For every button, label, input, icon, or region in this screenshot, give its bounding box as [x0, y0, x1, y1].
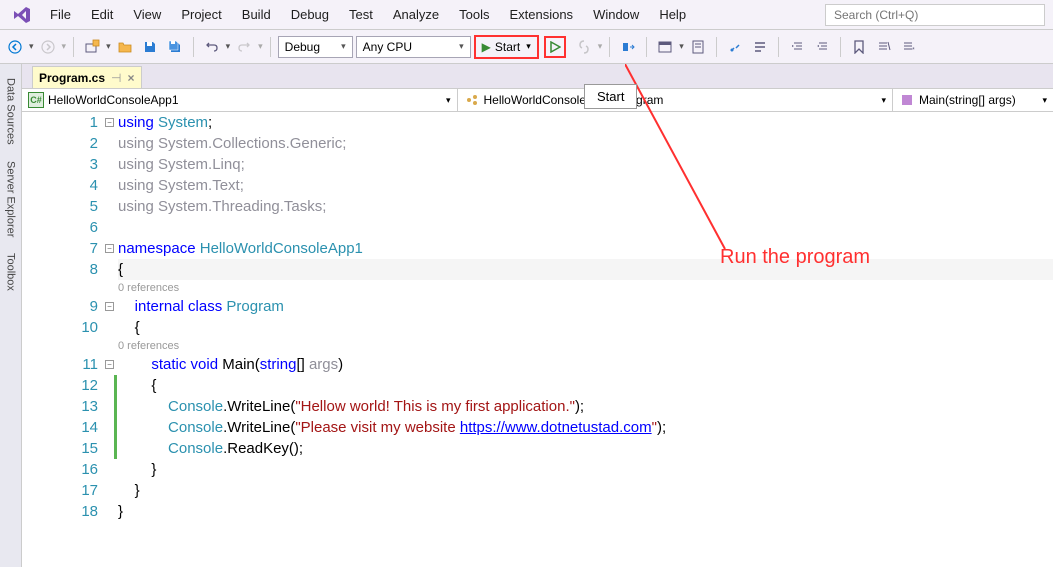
- vs-logo-icon: [10, 3, 34, 27]
- side-tab-server-explorer[interactable]: Server Explorer: [3, 153, 19, 245]
- new-project-button[interactable]: [81, 36, 103, 58]
- open-file-button[interactable]: [114, 36, 136, 58]
- step-button[interactable]: [617, 36, 639, 58]
- menu-debug[interactable]: Debug: [281, 3, 339, 26]
- platform-dropdown[interactable]: Any CPU▾: [356, 36, 471, 58]
- search-input[interactable]: [825, 4, 1045, 26]
- fold-icon[interactable]: −: [105, 302, 114, 311]
- nav-forward-button[interactable]: [37, 36, 59, 58]
- menu-help[interactable]: Help: [649, 3, 696, 26]
- start-tooltip: Start: [584, 84, 637, 109]
- pin-icon[interactable]: ⊣: [111, 71, 121, 85]
- class-icon: [464, 92, 480, 108]
- menu-view[interactable]: View: [123, 3, 171, 26]
- line-number-gutter: 123 456 78 910 111213 141516 1718: [44, 112, 104, 567]
- script-button[interactable]: [687, 36, 709, 58]
- fold-icon[interactable]: −: [105, 244, 114, 253]
- hot-reload-button[interactable]: [573, 36, 595, 58]
- nav-method-dropdown[interactable]: Main(string[] args)▾: [893, 89, 1053, 111]
- menu-tools[interactable]: Tools: [449, 3, 499, 26]
- fold-icon[interactable]: −: [105, 360, 114, 369]
- redo-button[interactable]: [233, 36, 255, 58]
- comment-button[interactable]: [749, 36, 771, 58]
- fold-icon[interactable]: −: [105, 118, 114, 127]
- csharp-project-icon: C#: [28, 92, 44, 108]
- bookmark-button[interactable]: [848, 36, 870, 58]
- fold-column[interactable]: − − − −: [104, 112, 118, 567]
- code-editor[interactable]: using System; using System.Collections.G…: [118, 112, 1053, 567]
- menu-extensions[interactable]: Extensions: [499, 3, 583, 26]
- save-button[interactable]: [139, 36, 161, 58]
- menu-analyze[interactable]: Analyze: [383, 3, 449, 26]
- menu-file[interactable]: File: [40, 3, 81, 26]
- side-tab-data-sources[interactable]: Data Sources: [3, 70, 19, 153]
- nav-back-button[interactable]: [4, 36, 26, 58]
- nav-project-dropdown[interactable]: C# HelloWorldConsoleApp1▾: [22, 89, 458, 111]
- menu-project[interactable]: Project: [171, 3, 231, 26]
- close-icon[interactable]: ×: [127, 71, 134, 85]
- file-tab-program-cs[interactable]: Program.cs ⊣ ×: [32, 66, 142, 88]
- start-without-debug-button[interactable]: [544, 36, 566, 58]
- svg-text:*: *: [912, 47, 915, 54]
- find-button[interactable]: [724, 36, 746, 58]
- block-comment-button[interactable]: *: [898, 36, 920, 58]
- search-box[interactable]: [825, 4, 1045, 26]
- undo-button[interactable]: [201, 36, 223, 58]
- menu-edit[interactable]: Edit: [81, 3, 123, 26]
- configuration-dropdown[interactable]: Debug▾: [278, 36, 353, 58]
- file-tab-label: Program.cs: [39, 71, 105, 85]
- menu-build[interactable]: Build: [232, 3, 281, 26]
- nav-class-dropdown[interactable]: HelloWorldConsoleApp1.Program▾: [458, 89, 894, 111]
- uncomment-button[interactable]: [873, 36, 895, 58]
- start-debug-button[interactable]: ▶Start▾: [474, 35, 539, 59]
- method-icon: [899, 92, 915, 108]
- side-tab-toolbox[interactable]: Toolbox: [3, 245, 19, 299]
- outdent-button[interactable]: [811, 36, 833, 58]
- menu-window[interactable]: Window: [583, 3, 649, 26]
- menu-test[interactable]: Test: [339, 3, 383, 26]
- browser-button[interactable]: [654, 36, 676, 58]
- save-all-button[interactable]: [164, 36, 186, 58]
- indent-button[interactable]: [786, 36, 808, 58]
